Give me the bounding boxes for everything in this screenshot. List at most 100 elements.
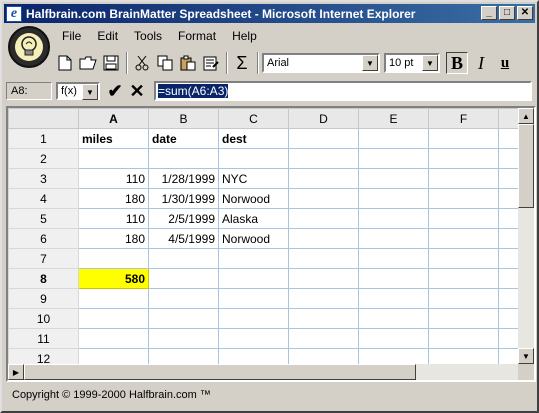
cell-a10[interactable] (78, 308, 149, 329)
cell-c11[interactable] (218, 328, 289, 349)
chevron-down-icon[interactable]: ▼ (82, 84, 98, 100)
cancel-icon[interactable]: ✕ (126, 81, 148, 102)
row-header-2[interactable]: 2 (8, 148, 79, 169)
formula-input[interactable]: =sum(A6:A3) (154, 81, 532, 101)
row-header-4[interactable]: 4 (8, 188, 79, 209)
font-size-select[interactable]: 10 pt ▼ (384, 53, 440, 73)
cell-c5[interactable]: Alaska (218, 208, 289, 229)
row-header-10[interactable]: 10 (8, 308, 79, 329)
cell-c3[interactable]: NYC (218, 168, 289, 189)
vertical-scroll-thumb[interactable] (518, 124, 534, 208)
cell-a8[interactable]: 580 (78, 268, 149, 289)
cell-e11[interactable] (358, 328, 429, 349)
menu-help[interactable]: Help (224, 27, 265, 45)
title-bar[interactable]: e Halfbrain.com BrainMatter Spreadsheet … (4, 4, 535, 23)
scroll-right-icon[interactable]: ▶ (8, 364, 24, 380)
column-header-f[interactable]: F (428, 108, 499, 129)
cell-f2[interactable] (428, 148, 499, 169)
cell-e7[interactable] (358, 248, 429, 269)
cell-f10[interactable] (428, 308, 499, 329)
cell-b6[interactable]: 4/5/1999 (148, 228, 219, 249)
horizontal-scrollbar[interactable]: ◀ ▶ (8, 364, 520, 380)
chevron-down-icon[interactable]: ▼ (422, 55, 438, 71)
autosum-button[interactable]: Σ (231, 52, 253, 74)
cell-b10[interactable] (148, 308, 219, 329)
cell-a7[interactable] (78, 248, 149, 269)
cell-b7[interactable] (148, 248, 219, 269)
cell-f5[interactable] (428, 208, 499, 229)
column-header-e[interactable]: E (358, 108, 429, 129)
menu-format[interactable]: Format (170, 27, 224, 45)
new-document-icon[interactable] (54, 52, 76, 74)
cell-b11[interactable] (148, 328, 219, 349)
cell-a5[interactable]: 110 (78, 208, 149, 229)
underline-button[interactable]: u (494, 52, 516, 74)
cell-e10[interactable] (358, 308, 429, 329)
cell-f7[interactable] (428, 248, 499, 269)
cell-d1[interactable] (288, 128, 359, 149)
cell-d11[interactable] (288, 328, 359, 349)
minimize-button[interactable]: _ (481, 6, 497, 20)
internet-explorer-icon[interactable]: e (6, 5, 22, 22)
cell-f6[interactable] (428, 228, 499, 249)
cell-c9[interactable] (218, 288, 289, 309)
paste-clipboard-icon[interactable] (177, 52, 199, 74)
horizontal-scroll-thumb[interactable] (24, 364, 416, 380)
cell-d10[interactable] (288, 308, 359, 329)
cell-b9[interactable] (148, 288, 219, 309)
column-header-c[interactable]: C (218, 108, 289, 129)
cell-f1[interactable] (428, 128, 499, 149)
menu-tools[interactable]: Tools (126, 27, 170, 45)
cell-b5[interactable]: 2/5/1999 (148, 208, 219, 229)
scroll-down-icon[interactable]: ▼ (518, 348, 534, 364)
row-header-6[interactable]: 6 (8, 228, 79, 249)
select-all-corner[interactable] (8, 108, 79, 129)
cell-b2[interactable] (148, 148, 219, 169)
cell-a9[interactable] (78, 288, 149, 309)
cell-c7[interactable] (218, 248, 289, 269)
cell-c10[interactable] (218, 308, 289, 329)
maximize-button[interactable]: □ (499, 6, 515, 20)
cell-a1[interactable]: miles (78, 128, 149, 149)
cell-f8[interactable] (428, 268, 499, 289)
italic-button[interactable]: I (470, 52, 492, 74)
cell-a4[interactable]: 180 (78, 188, 149, 209)
cell-b1[interactable]: date (148, 128, 219, 149)
cell-e4[interactable] (358, 188, 429, 209)
cell-a2[interactable] (78, 148, 149, 169)
cell-c1[interactable]: dest (218, 128, 289, 149)
cell-e5[interactable] (358, 208, 429, 229)
cell-d2[interactable] (288, 148, 359, 169)
cell-c2[interactable] (218, 148, 289, 169)
row-header-3[interactable]: 3 (8, 168, 79, 189)
function-select[interactable]: f(x) ▼ (56, 82, 100, 100)
cell-d7[interactable] (288, 248, 359, 269)
cell-d8[interactable] (288, 268, 359, 289)
cell-c4[interactable]: Norwood (218, 188, 289, 209)
cell-a6[interactable]: 180 (78, 228, 149, 249)
cell-f4[interactable] (428, 188, 499, 209)
row-header-5[interactable]: 5 (8, 208, 79, 229)
row-header-8[interactable]: 8 (8, 268, 79, 289)
cell-b4[interactable]: 1/30/1999 (148, 188, 219, 209)
row-header-9[interactable]: 9 (8, 288, 79, 309)
cell-d3[interactable] (288, 168, 359, 189)
menu-file[interactable]: File (54, 27, 89, 45)
row-header-1[interactable]: 1 (8, 128, 79, 149)
bold-button[interactable]: B (446, 52, 468, 74)
cell-c6[interactable]: Norwood (218, 228, 289, 249)
confirm-icon[interactable]: ✔ (104, 81, 126, 102)
cell-d4[interactable] (288, 188, 359, 209)
save-disk-icon[interactable] (100, 52, 122, 74)
cell-b8[interactable] (148, 268, 219, 289)
cell-f3[interactable] (428, 168, 499, 189)
chevron-down-icon[interactable]: ▼ (362, 55, 378, 71)
column-header-a[interactable]: A (78, 108, 149, 129)
column-header-b[interactable]: B (148, 108, 219, 129)
cell-e1[interactable] (358, 128, 429, 149)
cell-a3[interactable]: 110 (78, 168, 149, 189)
cell-d6[interactable] (288, 228, 359, 249)
cell-e9[interactable] (358, 288, 429, 309)
copy-icon[interactable] (154, 52, 176, 74)
cell-d9[interactable] (288, 288, 359, 309)
